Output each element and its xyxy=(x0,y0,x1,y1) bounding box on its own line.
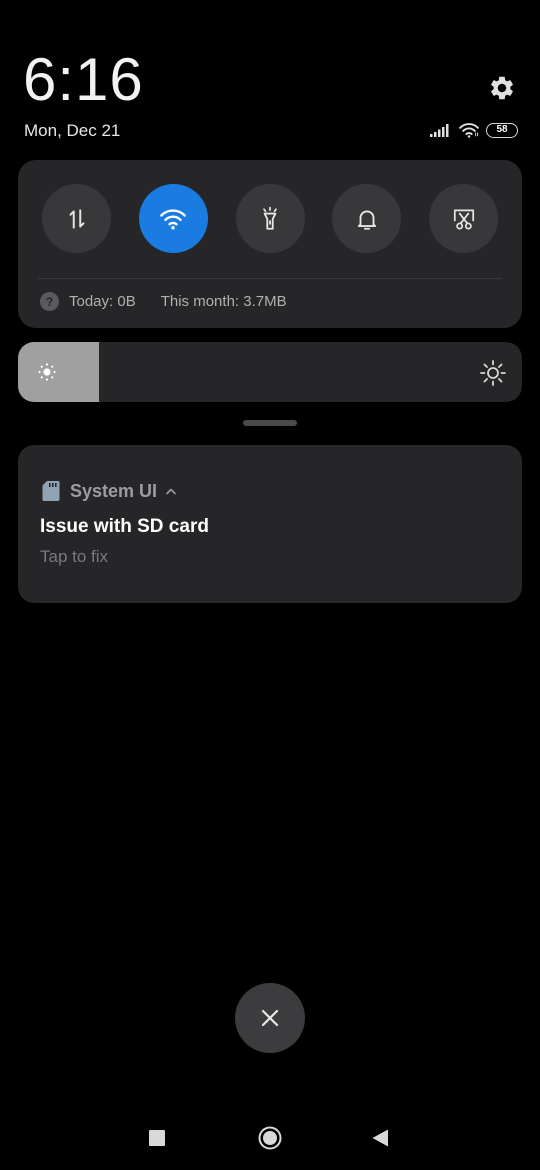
data-transfer-icon xyxy=(69,208,84,229)
wifi-icon xyxy=(459,123,479,138)
brightness-high-icon xyxy=(480,360,506,386)
status-bar-icons: 58 xyxy=(430,122,518,138)
sound-toggle[interactable] xyxy=(332,184,402,253)
screenshot-scissors-icon xyxy=(453,208,474,230)
data-usage-row[interactable]: ? Today: 0B This month: 3.7MB xyxy=(40,292,287,311)
bell-icon xyxy=(357,210,376,230)
sd-card-icon xyxy=(42,481,60,501)
gear-icon xyxy=(491,76,513,100)
battery-level: 58 xyxy=(496,124,508,135)
data-usage-today: Today: 0B xyxy=(69,293,136,310)
notification-app-name: System UI xyxy=(70,480,158,501)
flashlight-toggle[interactable] xyxy=(235,184,305,253)
wifi-toggle[interactable] xyxy=(138,184,208,253)
data-usage-help-icon: ? xyxy=(40,292,59,311)
home-circle-icon[interactable] xyxy=(258,1126,282,1150)
quick-toggles xyxy=(42,184,498,253)
chevron-up-icon[interactable] xyxy=(165,487,177,495)
data-usage-month: This month: 3.7MB xyxy=(160,293,287,310)
settings-button[interactable] xyxy=(484,70,520,106)
mobile-data-toggle[interactable] xyxy=(42,184,111,253)
recents-square-icon[interactable] xyxy=(149,1130,165,1146)
notification-text: Tap to fix xyxy=(40,547,109,566)
screenshot-toggle[interactable] xyxy=(429,184,498,253)
brightness-fill xyxy=(18,342,99,402)
cellular-signal-icon xyxy=(430,124,449,137)
brightness-low-icon xyxy=(38,363,56,381)
quick-settings-panel: ? Today: 0B This month: 3.7MB xyxy=(18,160,522,328)
flashlight-icon xyxy=(263,206,277,230)
notification-card[interactable]: System UI Issue with SD card Tap to fix xyxy=(18,445,522,603)
battery-icon: 58 xyxy=(486,122,518,138)
clear-all-notifications-button[interactable] xyxy=(235,983,305,1053)
notification-title: Issue with SD card xyxy=(40,516,209,537)
brightness-slider[interactable] xyxy=(18,342,522,402)
quick-settings-divider xyxy=(38,278,502,279)
wifi-icon xyxy=(160,208,187,229)
date-label: Mon, Dec 21 xyxy=(24,121,121,140)
navigation-bar xyxy=(0,1110,540,1170)
panel-drag-handle[interactable] xyxy=(243,420,297,426)
notification-header: System UI xyxy=(42,480,177,502)
clock-time: 6:16 xyxy=(23,46,144,113)
close-icon xyxy=(261,1009,279,1027)
back-triangle-icon[interactable] xyxy=(371,1128,389,1148)
